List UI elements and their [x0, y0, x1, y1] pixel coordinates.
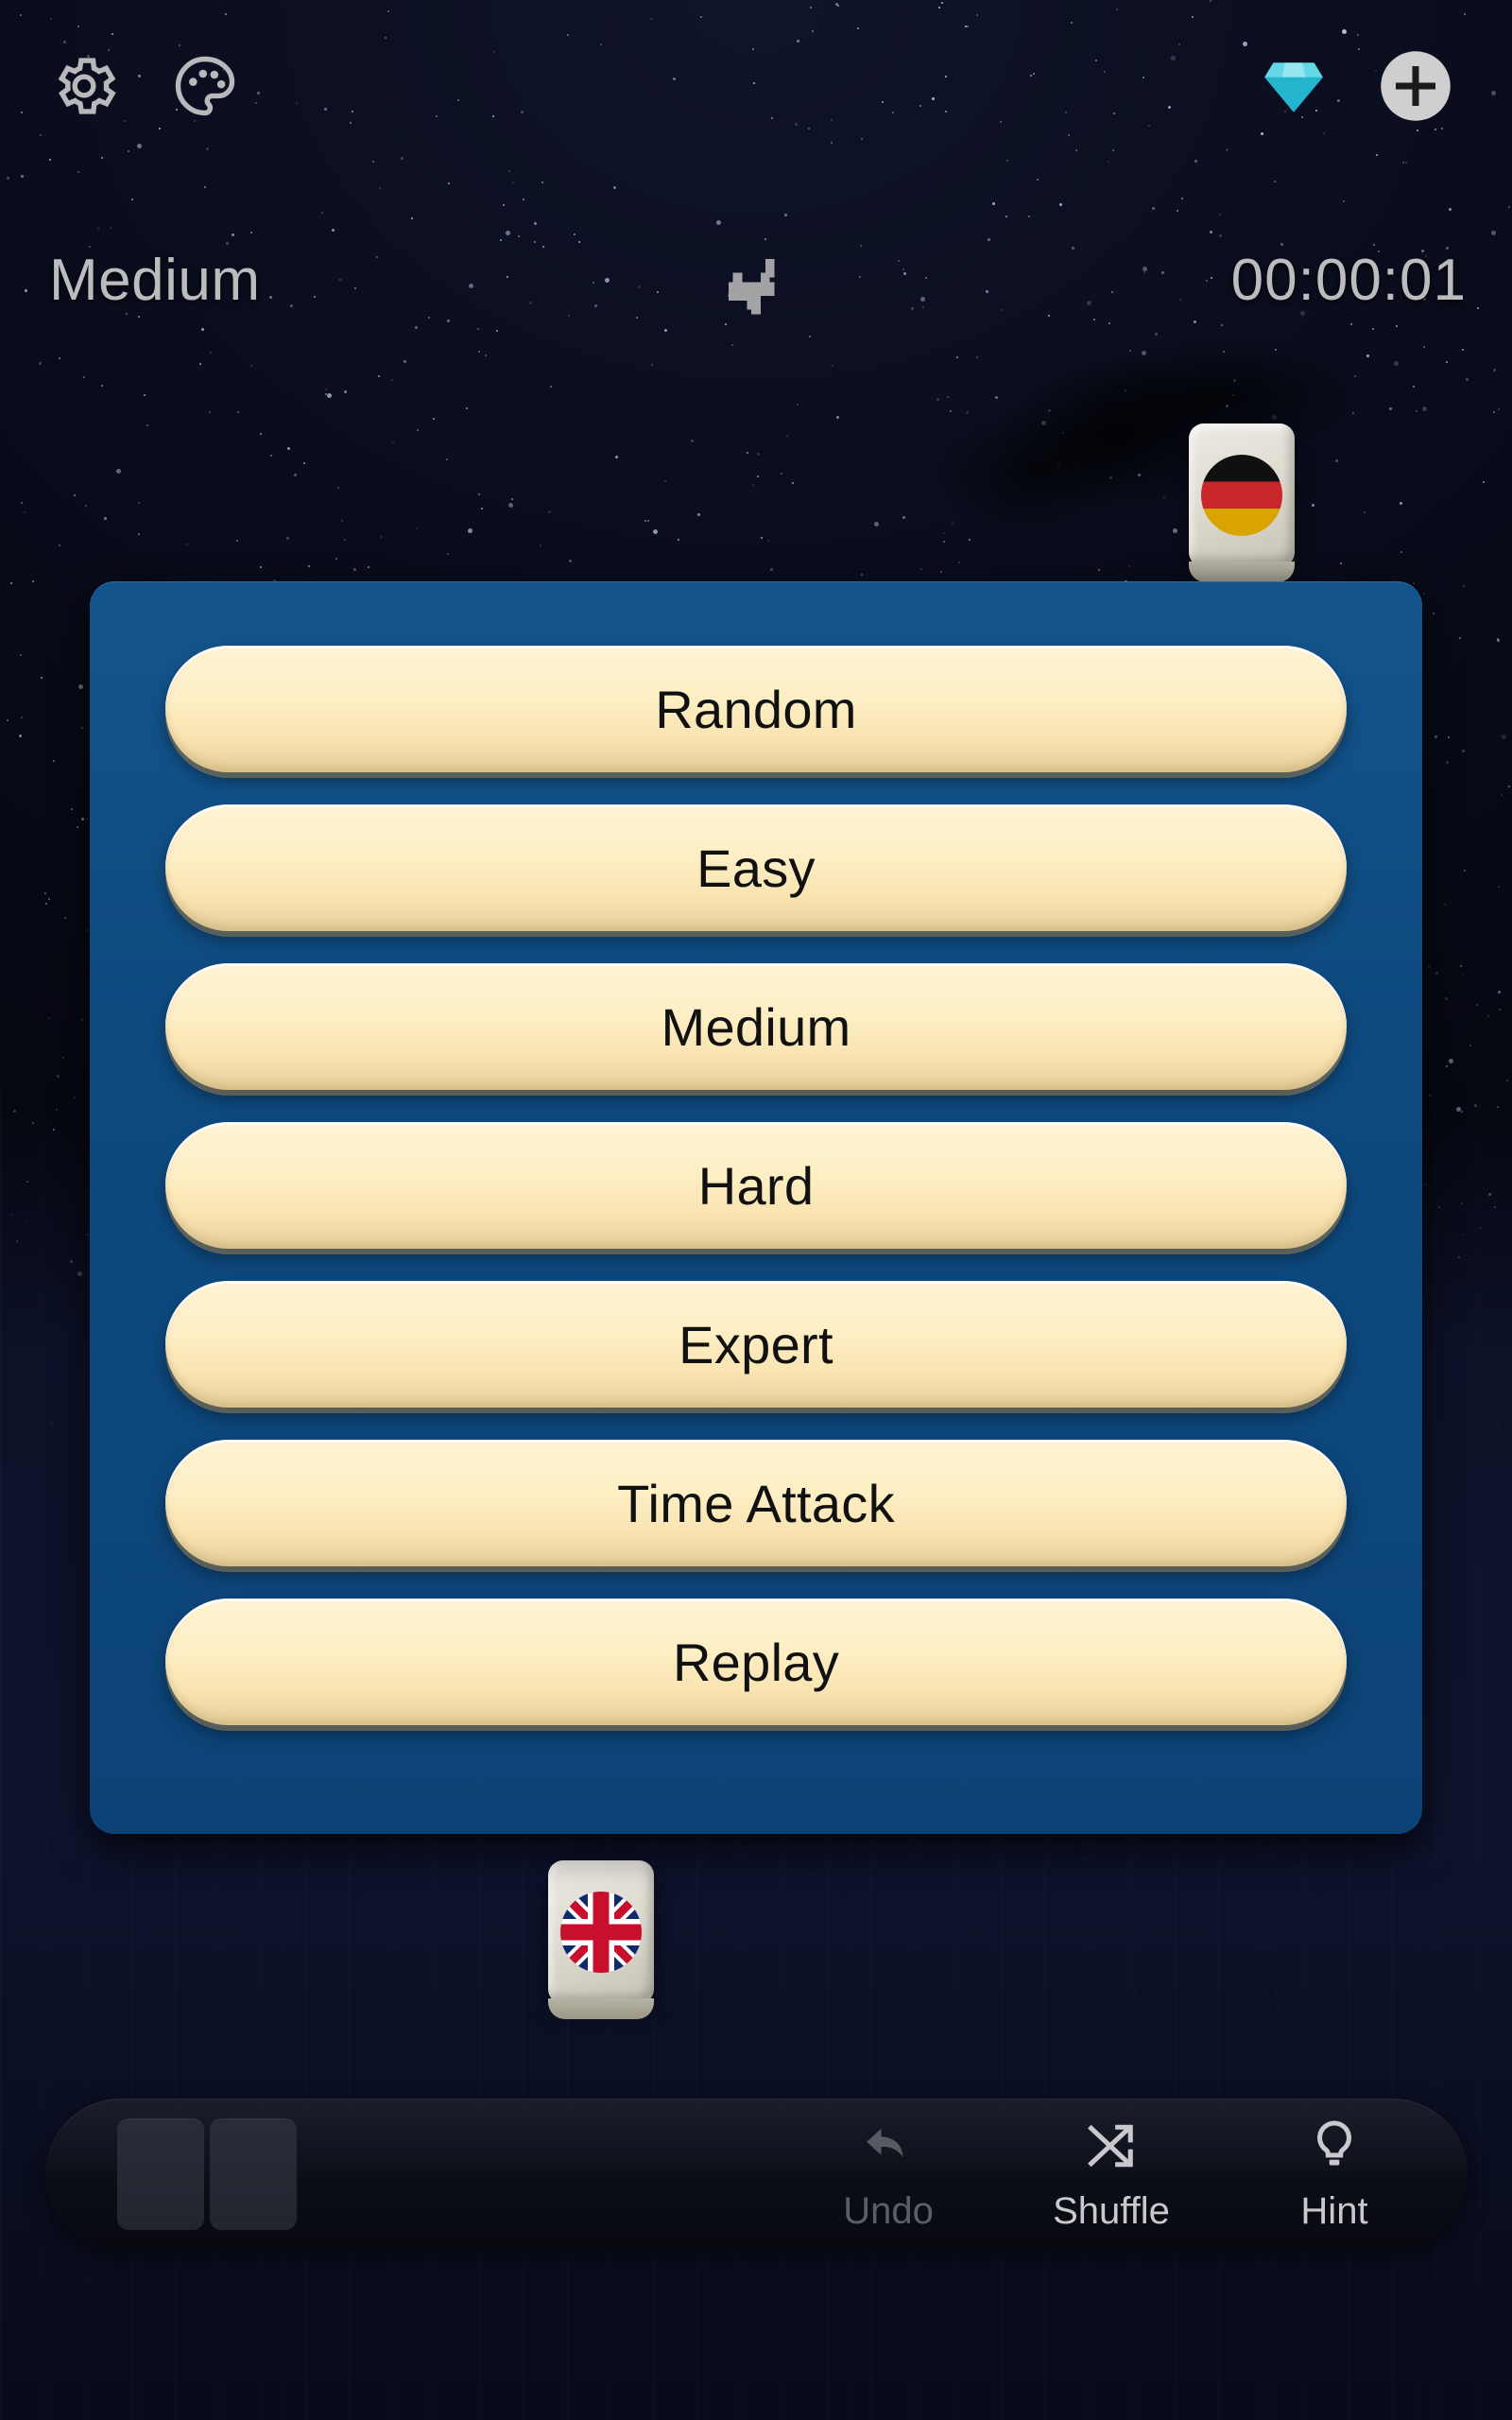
- difficulty-label: Medium: [49, 248, 261, 313]
- menu-button-random[interactable]: Random: [165, 646, 1347, 772]
- menu-button-time-attack[interactable]: Time Attack: [165, 1440, 1347, 1566]
- toolbar-actions: Undo Shuffle Hint: [817, 2116, 1405, 2233]
- theme-button[interactable]: [166, 47, 244, 125]
- shuffle-button[interactable]: Shuffle: [1040, 2116, 1182, 2233]
- menu-button-label: Replay: [672, 1632, 840, 1692]
- menu-button-label: Hard: [697, 1155, 815, 1216]
- menu-button-hard[interactable]: Hard: [165, 1122, 1347, 1249]
- mahjong-tile-germany[interactable]: [1189, 424, 1295, 582]
- status-bar: Medium 00:00:01: [0, 241, 1512, 345]
- lightbulb-icon: [1304, 2116, 1365, 2181]
- bottom-toolbar: Undo Shuffle Hint: [45, 2099, 1468, 2250]
- germany-flag-icon: [1201, 455, 1282, 536]
- hint-button[interactable]: Hint: [1263, 2116, 1405, 2233]
- menu-button-expert[interactable]: Expert: [165, 1281, 1347, 1408]
- menu-button-label: Expert: [679, 1314, 833, 1374]
- match-slots: [117, 2118, 297, 2230]
- menu-button-label: Random: [655, 679, 857, 739]
- plus-icon: [1376, 46, 1455, 126]
- diamond-gem-icon: [1259, 51, 1329, 121]
- menu-button-label: Time Attack: [617, 1473, 895, 1533]
- palette-icon: [169, 50, 241, 122]
- menu-button-label: Easy: [696, 838, 816, 898]
- match-slot[interactable]: [117, 2118, 204, 2230]
- top-bar: [0, 0, 1512, 180]
- menu-button-easy[interactable]: Easy: [165, 804, 1347, 931]
- menu-button-label: Medium: [661, 996, 851, 1057]
- gear-icon: [48, 50, 120, 122]
- shuffle-arrows-icon: [1081, 2116, 1142, 2181]
- checkmark-icon: [723, 254, 789, 333]
- level-select-dialog: Random Easy Medium Hard Expert Time Atta…: [90, 581, 1422, 1834]
- undo-label: Undo: [843, 2190, 934, 2232]
- settings-button[interactable]: [45, 47, 123, 125]
- menu-button-medium[interactable]: Medium: [165, 963, 1347, 1090]
- gems-button[interactable]: [1257, 49, 1331, 123]
- add-gems-button[interactable]: [1375, 45, 1456, 127]
- shuffle-label: Shuffle: [1053, 2190, 1170, 2232]
- uk-flag-icon: [560, 1892, 642, 1973]
- menu-button-replay[interactable]: Replay: [165, 1599, 1347, 1725]
- hint-label: Hint: [1300, 2190, 1368, 2232]
- mahjong-tile-uk[interactable]: [548, 1860, 654, 2019]
- timer-label: 00:00:01: [1230, 248, 1467, 313]
- game-screen: Medium 00:00:01 Random Easy Medium Hard …: [0, 0, 1512, 2420]
- match-slot[interactable]: [210, 2118, 297, 2230]
- undo-button[interactable]: Undo: [817, 2116, 959, 2233]
- undo-arrow-icon: [858, 2116, 919, 2181]
